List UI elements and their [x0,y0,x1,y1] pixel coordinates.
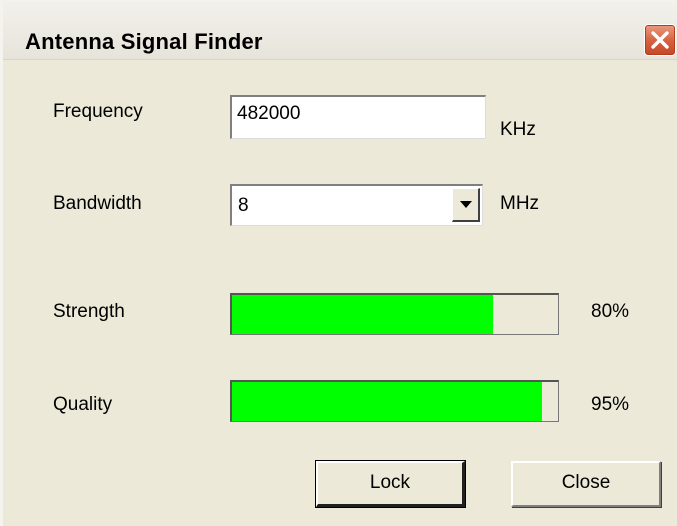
quality-label: Quality [53,394,113,415]
title-close-button[interactable] [644,24,676,56]
bandwidth-selected-value: 8 [238,195,249,216]
dialog-window: Antenna Signal Finder Frequency 482000 K… [0,0,677,526]
frequency-label: Frequency [53,101,143,122]
strength-meter-fill [232,295,493,334]
bandwidth-unit: MHz [500,193,540,214]
quality-meter [230,380,559,422]
window-title: Antenna Signal Finder [25,29,263,54]
close-button[interactable]: Close [511,461,661,507]
strength-percent: 80% [591,301,630,322]
quality-meter-fill [232,382,542,421]
chevron-down-icon [460,201,472,208]
lock-button[interactable]: Lock [315,460,466,508]
close-x-icon [651,31,669,49]
frequency-input[interactable]: 482000 [230,95,486,139]
quality-percent: 95% [591,394,630,415]
strength-label: Strength [53,301,125,322]
bandwidth-select[interactable]: 8 [230,184,483,226]
bandwidth-dropdown-button[interactable] [452,188,480,222]
frequency-unit: KHz [500,119,536,140]
strength-meter [230,293,559,335]
bandwidth-label: Bandwidth [53,193,142,214]
title-bar[interactable]: Antenna Signal Finder [3,1,677,60]
